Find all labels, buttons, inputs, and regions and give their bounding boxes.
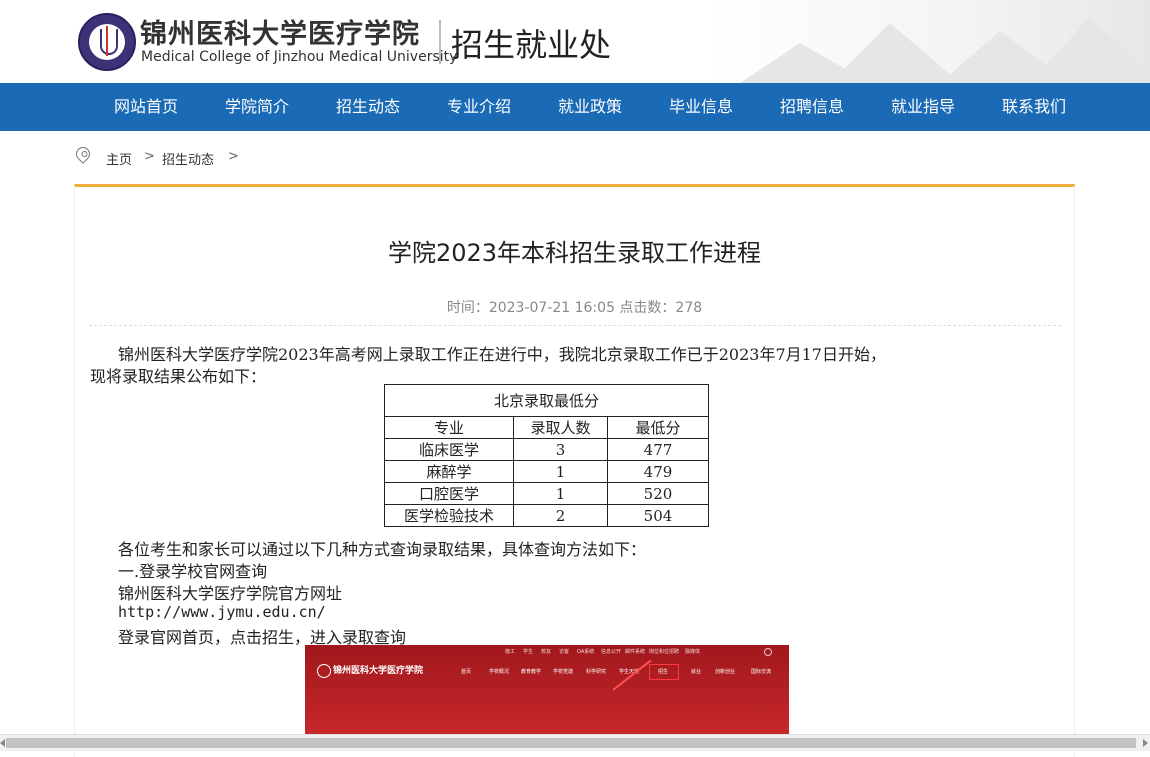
scroll-left-icon[interactable]: [0, 739, 5, 747]
table-header-cell: 录取人数: [513, 416, 608, 439]
official-site-url[interactable]: http://www.jymu.edu.cn/: [118, 603, 326, 621]
article-meta: 时间：2023-07-21 16:05 点击数：278: [446, 300, 703, 316]
screenshot-school-name: 锦州医科大学医疗学院: [333, 666, 424, 676]
paragraph-query-intro: 各位考生和家长可以通过以下几种方式查询录取结果，具体查询方法如下：: [118, 540, 647, 559]
nav-item-recruitment-info[interactable]: 招聘信息: [780, 83, 844, 131]
nav-item-admission-news[interactable]: 招生动态: [336, 83, 400, 131]
table-cell: 医学检验技术: [384, 504, 514, 527]
admission-score-table: 北京录取最低分 专业 录取人数 最低分 临床医学 3 477 麻醉学 1 479…: [384, 384, 709, 527]
location-pin-icon: [73, 144, 93, 165]
table-cell: 2: [513, 504, 608, 527]
table-header-cell: 专业: [384, 416, 514, 439]
table-cell: 520: [607, 482, 709, 505]
nav-item-contact[interactable]: 联系我们: [1002, 83, 1066, 131]
department-name: 招生就业处: [451, 26, 612, 64]
college-logo[interactable]: [78, 13, 136, 71]
table-cell: 3: [513, 438, 608, 461]
paragraph-method-one: 一.登录学校官网查询: [118, 562, 268, 581]
divider: [89, 325, 1061, 326]
nav-item-home[interactable]: 网站首页: [114, 83, 178, 131]
screenshot-logo: [317, 664, 331, 678]
screenshot-arrow-icon: [612, 659, 652, 691]
breadcrumb-separator: >: [228, 149, 239, 164]
main-nav: 网站首页 学院简介 招生动态 专业介绍 就业政策 毕业信息 招聘信息 就业指导 …: [0, 83, 1150, 131]
table-row: 医学检验技术 2 504: [384, 504, 709, 527]
table-row: 麻醉学 1 479: [384, 460, 709, 483]
site-header: 锦州医科大学医疗学院 Medical College of Jinzhou Me…: [0, 0, 1150, 83]
scroll-right-icon[interactable]: [1143, 739, 1148, 747]
table-cell: 1: [513, 482, 608, 505]
paragraph-intro: 锦州医科大学医疗学院2023年高考网上录取工作正在进行中，我院北京录取工作已于2…: [118, 345, 886, 364]
scrollbar-thumb[interactable]: [6, 738, 1136, 748]
nav-item-majors[interactable]: 专业介绍: [447, 83, 511, 131]
horizontal-scrollbar[interactable]: [0, 734, 1150, 751]
table-cell: 1: [513, 460, 608, 483]
table-cell: 临床医学: [384, 438, 514, 461]
paragraph-official-site: 锦州医科大学医疗学院官方网址: [118, 584, 343, 603]
college-name-cn: 锦州医科大学医疗学院: [140, 19, 420, 50]
nav-item-about[interactable]: 学院简介: [225, 83, 289, 131]
table-caption: 北京录取最低分: [384, 384, 709, 417]
official-site-screenshot: 施工 学生 校友 访客 OA系统 信息公开 邮件系统 岗位和位招聘 融媒体 锦州…: [305, 645, 789, 735]
search-icon: [764, 648, 772, 656]
table-cell: 口腔医学: [384, 482, 514, 505]
nav-item-career-guidance[interactable]: 就业指导: [891, 83, 955, 131]
table-row: 临床医学 3 477: [384, 438, 709, 461]
college-name-en: Medical College of Jinzhou Medical Unive…: [141, 49, 458, 65]
table-cell: 479: [607, 460, 709, 483]
breadcrumb-section-link[interactable]: 招生动态: [162, 149, 214, 168]
screenshot-top-links: 施工 学生 校友 访客 OA系统 信息公开 邮件系统 岗位和位招聘 融媒体: [505, 649, 701, 655]
header-mountain-decoration: [710, 0, 1150, 83]
screenshot-highlight-box: [649, 664, 679, 680]
header-divider: [439, 20, 441, 64]
breadcrumb-home-link[interactable]: 主页: [106, 149, 132, 168]
table-cell: 麻醉学: [384, 460, 514, 483]
article-title: 学院2023年本科招生录取工作进程: [387, 239, 762, 267]
breadcrumb-separator: >: [144, 149, 155, 164]
nav-item-employment-policy[interactable]: 就业政策: [558, 83, 622, 131]
nav-item-graduate-info[interactable]: 毕业信息: [669, 83, 733, 131]
table-cell: 477: [607, 438, 709, 461]
table-cell: 504: [607, 504, 709, 527]
table-row: 口腔医学 1 520: [384, 482, 709, 505]
table-header-cell: 最低分: [607, 416, 709, 439]
paragraph-intro-cont: 现将录取结果公布如下：: [90, 367, 267, 386]
